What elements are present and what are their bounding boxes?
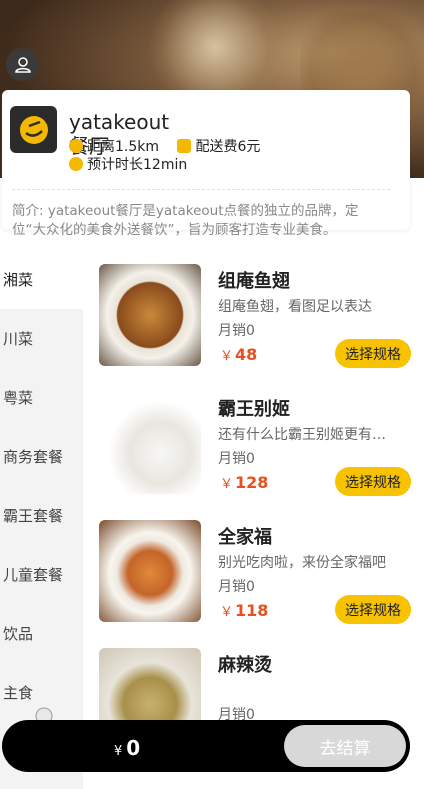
shop-logo <box>10 106 57 153</box>
eta-item: 预计时长12min <box>69 156 187 174</box>
product-desc: 还有什么比霸王别姬更有魅力 <box>218 427 388 443</box>
product-name: 组庵鱼翅 <box>218 271 290 292</box>
user-icon <box>14 56 31 73</box>
sidebar-item-1[interactable]: 川菜 <box>0 309 83 368</box>
sidebar-item-0[interactable]: 湘菜 <box>0 250 83 309</box>
clock-icon <box>69 139 83 153</box>
product-name: 麻辣烫 <box>218 655 272 676</box>
shop-intro: 简介: yatakeout餐厅是yatakeout点餐的独立的品牌，定位“大众化… <box>12 203 359 238</box>
user-button[interactable] <box>6 48 39 81</box>
product-name: 全家福 <box>218 527 272 548</box>
distance-item: 距离1.5km <box>69 138 159 156</box>
product-image[interactable] <box>99 392 201 494</box>
shop-meta: 距离1.5km 配送费6元 预计时长12min <box>69 138 389 174</box>
sidebar-item-6[interactable]: 饮品 <box>0 604 83 663</box>
product-sales: 月销0 <box>218 451 255 467</box>
product-desc: 别光吃肉啦，来份全家福吧 <box>218 555 386 571</box>
sidebar-item-5[interactable]: 儿童套餐 <box>0 545 83 604</box>
product-desc: 组庵鱼翅，看图足以表达 <box>218 299 372 315</box>
product-item[interactable]: 全家福别光吃肉啦，来份全家福吧 月销0 ￥ 118 选择规格 <box>90 506 424 634</box>
checkout-button[interactable]: 去结算 <box>284 725 406 767</box>
product-price: ￥ 118 <box>220 601 269 620</box>
product-sales: 月销0 <box>218 323 255 339</box>
product-list: 组庵鱼翅 组庵鱼翅，看图足以表达 月销0 ￥ 48 选择规格 霸王别姬 还有什么比霸王别姬更有… <box>90 250 424 762</box>
cart-bar[interactable]: ¥0 去结算 <box>2 720 410 772</box>
product-image[interactable] <box>99 264 201 366</box>
sidebar-item-2[interactable]: 粤菜 <box>0 368 83 427</box>
navigation-icon <box>69 157 83 171</box>
product-price: ￥ 48 <box>220 345 258 364</box>
product-item[interactable]: 霸王别姬还有什么比霸王别姬更有魅力 月销0 ￥ 128 选择规格 <box>90 378 424 506</box>
app-root: yatakeout餐厅 距离1.5km 配送费6元 预计时长12min 简介: … <box>0 0 424 789</box>
card-divider <box>12 189 390 190</box>
product-price: ￥ 128 <box>220 473 269 492</box>
product-sales: 月销0 <box>218 579 255 595</box>
money-bag-icon <box>177 139 192 153</box>
sidebar-item-3[interactable]: 商务套餐 <box>0 427 83 486</box>
select-spec-button[interactable]: 选择规格 <box>335 467 411 496</box>
select-spec-button[interactable]: 选择规格 <box>335 339 411 368</box>
product-image[interactable] <box>99 520 201 622</box>
product-name: 霸王别姬 <box>218 399 290 420</box>
select-spec-button[interactable]: 选择规格 <box>335 595 411 624</box>
delivery-fee-item: 配送费6元 <box>177 138 260 156</box>
product-item[interactable]: 组庵鱼翅组庵鱼翅，看图足以表达 月销0 ￥ 48 选择规格 <box>90 250 424 378</box>
sidebar-item-4[interactable]: 霸王套餐 <box>0 486 83 545</box>
shop-info-card: yatakeout餐厅 距离1.5km 配送费6元 预计时长12min 简介: … <box>2 90 410 238</box>
cart-total: ¥0 <box>114 736 141 760</box>
